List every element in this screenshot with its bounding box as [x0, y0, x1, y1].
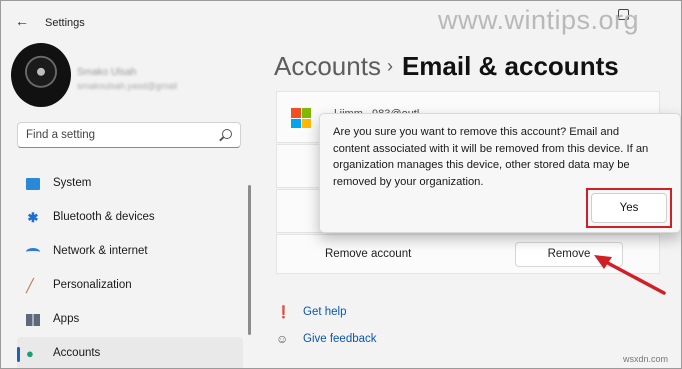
- settings-window: ← Settings www.wintips.org Smako Ulsah s…: [0, 0, 682, 369]
- sidebar-item-apps[interactable]: Apps: [17, 303, 243, 337]
- feedback-icon: ☺: [276, 332, 289, 346]
- sidebar-item-personalization[interactable]: ╱ Personalization: [17, 269, 243, 303]
- profile-name: Smako Ulsah: [77, 67, 137, 78]
- logo-square-red: [291, 108, 301, 118]
- search-input[interactable]: Find a setting: [17, 122, 241, 148]
- sidebar-item-label: Apps: [53, 313, 80, 325]
- sidebar-scrollbar[interactable]: [248, 185, 251, 335]
- sidebar-item-label: Personalization: [53, 279, 132, 291]
- source-watermark: wsxdn.com: [623, 354, 669, 364]
- chevron-right-icon: ›: [386, 56, 393, 76]
- get-help-link[interactable]: ❗ Get help: [276, 305, 396, 321]
- apps-icon: [26, 314, 40, 326]
- yes-button[interactable]: Yes: [591, 193, 667, 223]
- sidebar-item-label: Accounts: [53, 347, 101, 359]
- system-icon: [26, 178, 40, 190]
- profile-email: smakoulsah.yasd@gmail: [77, 81, 178, 91]
- give-feedback-label: Give feedback: [303, 333, 377, 345]
- microsoft-logo-icon: [291, 108, 311, 128]
- back-arrow-icon[interactable]: ←: [15, 14, 31, 28]
- sidebar-item-system[interactable]: System: [17, 167, 243, 201]
- app-title: Settings: [45, 17, 85, 29]
- get-help-label: Get help: [303, 306, 347, 318]
- title-bar: ← Settings www.wintips.org: [1, 1, 681, 41]
- breadcrumb: Accounts › Email & accounts: [274, 51, 619, 82]
- logo-square-green: [301, 108, 311, 118]
- annotation-arrow-icon: [594, 255, 666, 295]
- bluetooth-icon: ✱: [27, 210, 39, 225]
- sidebar-item-label: System: [53, 177, 92, 189]
- search-icon[interactable]: [222, 129, 232, 139]
- give-feedback-link[interactable]: ☺ Give feedback: [276, 332, 416, 348]
- wifi-icon: [26, 248, 40, 256]
- dialog-message: Are you sure you want to remove this acc…: [333, 126, 649, 188]
- logo-square-blue: [291, 118, 301, 128]
- sidebar-item-accounts[interactable]: ● Accounts: [17, 337, 243, 368]
- page-title: Email & accounts: [401, 51, 619, 81]
- breadcrumb-parent[interactable]: Accounts: [274, 51, 381, 81]
- logo-square-yellow: [301, 118, 311, 128]
- watermark: www.wintips.org: [438, 5, 640, 35]
- search-placeholder: Find a setting: [26, 129, 96, 141]
- sidebar-item-network[interactable]: Network & internet: [17, 235, 243, 269]
- avatar[interactable]: [11, 43, 71, 107]
- sidebar-nav: System ✱ Bluetooth & devices Network & i…: [17, 167, 243, 368]
- sidebar-item-label: Bluetooth & devices: [53, 211, 155, 223]
- accounts-icon: ●: [26, 346, 34, 361]
- remove-account-label: Remove account: [325, 248, 412, 260]
- sidebar-item-label: Network & internet: [53, 245, 148, 257]
- help-icon: ❗: [276, 305, 291, 319]
- sidebar-item-bluetooth[interactable]: ✱ Bluetooth & devices: [17, 201, 243, 235]
- brush-icon: ╱: [26, 278, 34, 293]
